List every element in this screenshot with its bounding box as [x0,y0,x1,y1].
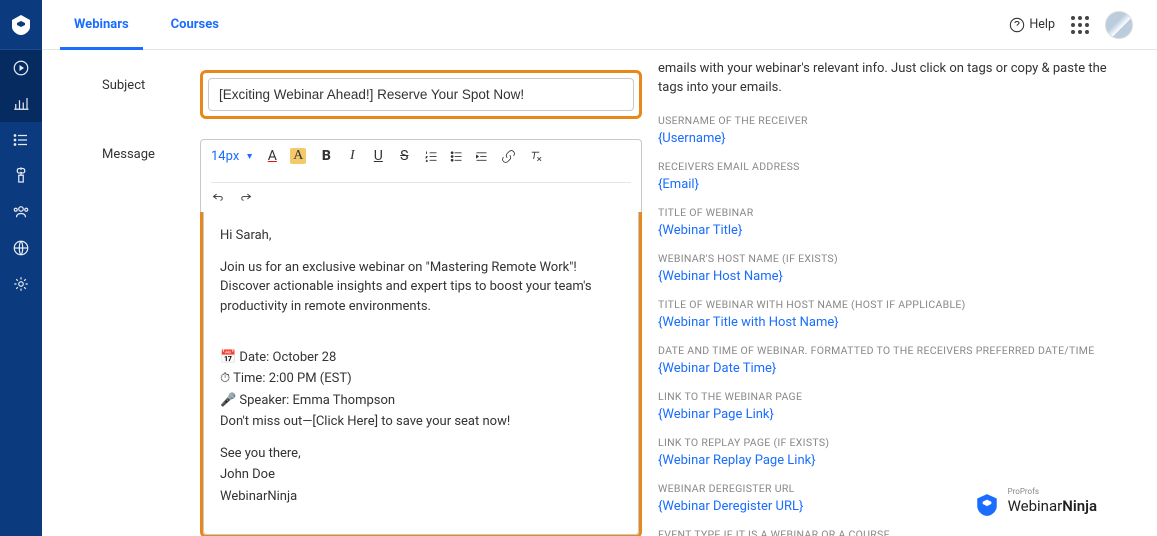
body-signoff3: WebinarNinja [220,487,622,507]
body-signoff1: See you there, [220,444,622,464]
body-greeting: Hi Sarah, [220,226,622,246]
body-time: ⏱ Time: 2:00 PM (EST) [220,369,622,389]
brand-name1: Webinar [1008,497,1063,515]
tag-link[interactable]: {Webinar Replay Page Link} [658,453,1121,468]
brand-logo-icon[interactable] [0,0,42,50]
ordered-list-icon[interactable] [424,149,439,164]
tag-block: TITLE OF WEBINAR WITH HOST NAME (HOST IF… [658,298,1121,330]
tag-link[interactable]: {Email} [658,177,1121,192]
chart-icon[interactable] [0,86,42,122]
brand-sub: ProProfs [1008,487,1039,496]
left-sidebar [0,0,42,536]
tag-title: DATE AND TIME OF WEBINAR. FORMATTED TO T… [658,344,1121,357]
clear-format-icon[interactable] [528,149,543,164]
tag-title: USERNAME OF THE RECEIVER [658,114,1121,127]
tags-intro: emails with your webinar's relevant info… [658,60,1121,98]
top-header: Webinars Courses Help [42,0,1157,50]
link-icon[interactable] [501,149,516,164]
play-icon[interactable] [0,50,42,86]
message-label: Message [102,139,200,162]
tag-link[interactable]: {Webinar Title} [658,223,1121,238]
tag-block: LINK TO THE WEBINAR PAGE {Webinar Page Li… [658,390,1121,422]
tag-block: USERNAME OF THE RECEIVER {Username} [658,114,1121,146]
bold-icon[interactable]: B [318,148,334,164]
tag-link[interactable]: {Webinar Host Name} [658,269,1121,284]
brand-shield-icon [974,492,1000,518]
brand-name2: Ninja [1062,497,1097,515]
gear-icon[interactable] [0,266,42,302]
tag-link[interactable]: {Username} [658,131,1121,146]
tag-block: EVENT TYPE IF IT IS A WEBINAR OR A COURS… [658,528,1121,536]
tags-panel: emails with your webinar's relevant info… [642,50,1157,536]
list-icon[interactable] [0,122,42,158]
subject-input[interactable] [208,78,634,111]
strike-icon[interactable]: S [396,148,412,164]
tag-block: RECEIVERS EMAIL ADDRESS {Email} [658,160,1121,192]
editor-toolbar: 14px A A B I U S [200,139,642,212]
italic-icon[interactable]: I [344,148,360,164]
avatar[interactable] [1105,11,1133,39]
tab-webinars[interactable]: Webinars [70,0,133,50]
apps-icon[interactable] [1071,16,1089,34]
help-link[interactable]: Help [1009,17,1055,33]
body-intro: Join us for an exclusive webinar on "Mas… [220,258,622,317]
globe-icon[interactable] [0,230,42,266]
text-color-icon[interactable]: A [264,148,280,164]
body-speaker: 🎤 Speaker: Emma Thompson [220,391,622,411]
tag-title: TITLE OF WEBINAR WITH HOST NAME (HOST IF… [658,298,1121,311]
tag-link[interactable]: {Webinar Page Link} [658,407,1121,422]
underline-icon[interactable]: U [370,148,386,164]
tag-title: RECEIVERS EMAIL ADDRESS [658,160,1121,173]
unordered-list-icon[interactable] [449,149,464,164]
tag-title: WEBINAR'S HOST NAME (IF EXISTS) [658,252,1121,265]
help-text: Help [1029,17,1055,32]
tag-block: LINK TO REPLAY PAGE (IF EXISTS) {Webinar … [658,436,1121,468]
body-signoff2: John Doe [220,465,622,485]
body-date: 📅 Date: October 28 [220,348,622,368]
indent-icon[interactable] [474,149,489,164]
highlight-icon[interactable]: A [290,148,306,164]
tag-title: TITLE OF WEBINAR [658,206,1121,219]
undo-icon[interactable] [211,189,226,204]
tab-courses[interactable]: Courses [167,0,223,50]
brand-badge: ProProfs WebinarNinja [974,492,1097,518]
top-tabs: Webinars Courses [70,0,257,50]
redo-icon[interactable] [238,189,253,204]
tag-link[interactable]: {Webinar Date Time} [658,361,1121,376]
tag-icon[interactable] [0,158,42,194]
tag-title: LINK TO THE WEBINAR PAGE [658,390,1121,403]
body-cta: Don't miss out—[Click Here] to save your… [220,412,622,432]
tag-block: WEBINAR'S HOST NAME (IF EXISTS) {Webinar … [658,252,1121,284]
users-icon[interactable] [0,194,42,230]
tag-block: DATE AND TIME OF WEBINAR. FORMATTED TO T… [658,344,1121,376]
tag-link[interactable]: {Webinar Title with Host Name} [658,315,1121,330]
tag-title: LINK TO REPLAY PAGE (IF EXISTS) [658,436,1121,449]
email-form: Subject Message 14px A A B I [42,50,642,536]
font-size-select[interactable]: 14px [211,149,252,164]
tag-block: TITLE OF WEBINAR {Webinar Title} [658,206,1121,238]
tag-title: EVENT TYPE IF IT IS A WEBINAR OR A COURS… [658,528,1121,536]
message-body-editor[interactable]: Hi Sarah, Join us for an exclusive webin… [203,212,639,535]
subject-label: Subject [102,70,200,93]
main-content: Subject Message 14px A A B I [42,50,1157,536]
